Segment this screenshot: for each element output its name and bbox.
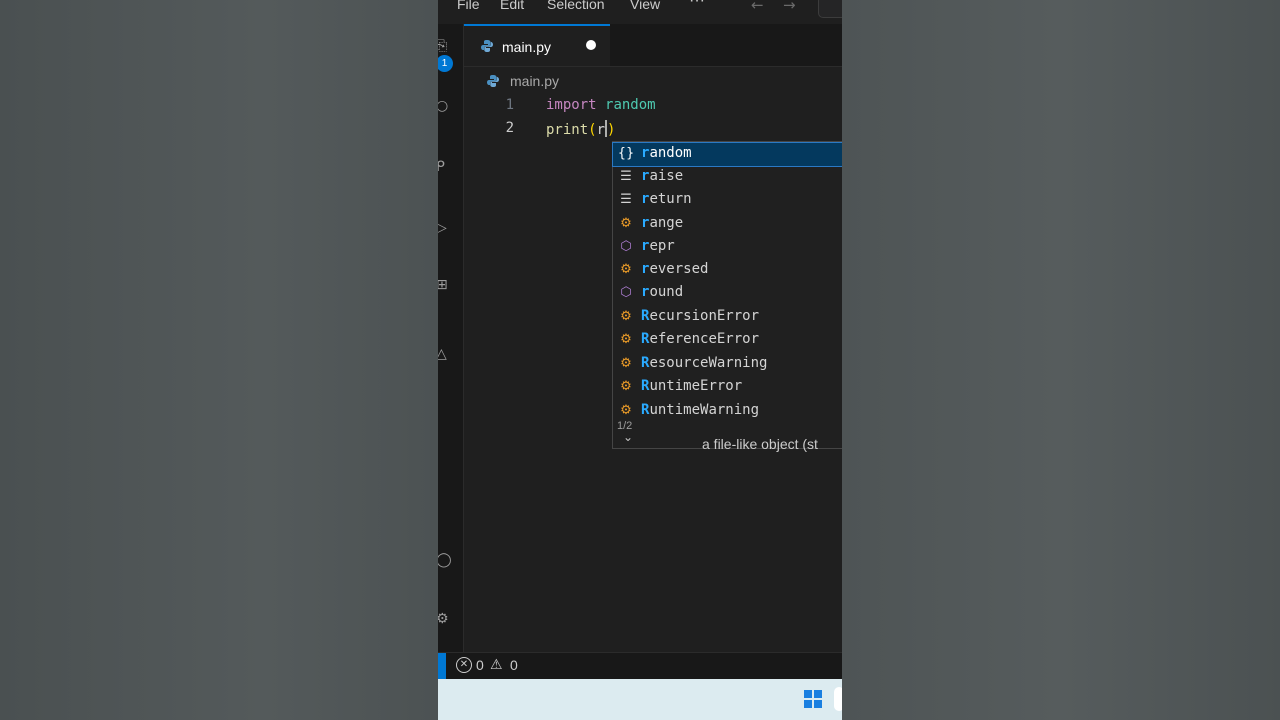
python-file-icon	[480, 38, 494, 57]
close-paren: )	[607, 122, 616, 138]
cube-icon: ⬡	[620, 239, 632, 254]
line-number: 2	[505, 120, 514, 136]
suggestion-item[interactable]: {} random	[612, 142, 842, 167]
blurred-background-left	[0, 0, 438, 720]
class-icon: ⚙	[620, 262, 632, 277]
suggestion-label: repr	[641, 238, 675, 254]
warning-count[interactable]: 0	[510, 657, 518, 673]
suggestion-label: ResourceWarning	[641, 355, 768, 371]
open-paren: (	[588, 122, 597, 138]
error-icon[interactable]: ✕	[456, 657, 472, 673]
warning-icon[interactable]: ⚠	[490, 656, 503, 673]
tab-main-py[interactable]: main.py	[464, 24, 610, 66]
suggestion-item[interactable]: ⚙ reversed	[613, 259, 842, 282]
run-debug-icon[interactable]: ▷	[438, 220, 447, 236]
vscode-window: File Edit Selection View ··· ← → ⎘ 1 ○ ᑭ…	[438, 0, 842, 720]
search-icon[interactable]: ○	[438, 98, 448, 114]
suggestion-label: raise	[641, 168, 684, 184]
suggestion-item[interactable]: ⚙ ResourceWarning	[613, 353, 842, 376]
suggestion-widget: {} random ☰ raise ☰ return ⚙ range ⬡ rep…	[612, 141, 842, 449]
activity-bar: ⎘ 1 ○ ᑭ ▷ ⊞ △ ◯ ⚙	[438, 24, 464, 652]
class-icon: ⚙	[620, 216, 632, 231]
class-icon: ⚙	[620, 309, 632, 324]
settings-gear-icon[interactable]: ⚙	[438, 611, 449, 627]
suggestion-label: round	[641, 284, 684, 300]
suggestion-details: a file-like object (st	[702, 436, 818, 452]
line-number: 1	[505, 97, 514, 113]
menu-edit[interactable]: Edit	[500, 0, 524, 12]
module-name: random	[605, 97, 656, 113]
chevron-down-icon[interactable]: ⌄	[623, 430, 633, 444]
suggestion-item[interactable]: ⬡ round	[613, 282, 842, 305]
class-icon: ⚙	[620, 356, 632, 371]
suggestion-item[interactable]: ⚙ ReferenceError	[613, 329, 842, 352]
blurred-background-right	[842, 0, 1280, 720]
tab-label: main.py	[502, 39, 552, 55]
menu-bar: File Edit Selection View ··· ← →	[438, 0, 842, 18]
suggestion-item[interactable]: ☰ return	[613, 189, 842, 212]
suggestion-item[interactable]: ☰ raise	[613, 166, 842, 189]
source-control-icon[interactable]: ᑭ	[438, 159, 445, 175]
suggestion-label: random	[641, 145, 692, 161]
function-name: print	[546, 122, 589, 138]
account-icon[interactable]: ◯	[438, 552, 452, 568]
suggestion-label: reversed	[641, 261, 709, 277]
menu-file[interactable]: File	[457, 0, 480, 12]
forward-arrow-icon[interactable]: →	[783, 0, 796, 14]
suggestion-label: RuntimeWarning	[641, 402, 760, 418]
testing-icon[interactable]: △	[438, 346, 447, 362]
suggestion-item[interactable]: ⚙ RecursionError	[613, 306, 842, 329]
suggestion-item[interactable]: ⬡ repr	[613, 236, 842, 259]
windows-taskbar	[438, 679, 842, 720]
typed-text: r	[596, 122, 606, 138]
taskbar-app-icon[interactable]	[834, 687, 842, 711]
code-line-2[interactable]: print(r)	[546, 120, 615, 138]
status-bar: ✕ 0 ⚠ 0	[438, 652, 842, 679]
suggestion-item[interactable]: ⚙ range	[613, 213, 842, 236]
suggestion-label: ReferenceError	[641, 331, 760, 347]
command-center[interactable]	[818, 0, 842, 18]
suggestion-label: RuntimeError	[641, 378, 743, 394]
suggestion-label: RecursionError	[641, 308, 760, 324]
code-line-1[interactable]: import random	[546, 97, 656, 113]
suggestion-item[interactable]: ⚙ RuntimeError	[613, 376, 842, 399]
explorer-icon[interactable]: ⎘	[438, 38, 447, 54]
back-arrow-icon[interactable]: ←	[751, 0, 764, 14]
class-icon: ⚙	[620, 379, 632, 394]
keyword-icon: ☰	[620, 192, 632, 207]
explorer-badge: 1	[438, 55, 453, 72]
extensions-icon[interactable]: ⊞	[438, 277, 448, 293]
unsaved-dot-icon[interactable]	[586, 40, 596, 50]
keyword-icon: ☰	[620, 169, 632, 184]
menu-more-button[interactable]: ···	[689, 0, 705, 10]
menu-view[interactable]: View	[630, 0, 660, 12]
breadcrumb-file[interactable]: main.py	[510, 73, 559, 89]
menu-selection[interactable]: Selection	[547, 0, 605, 12]
error-count[interactable]: 0	[476, 657, 484, 673]
suggestion-label: range	[641, 215, 684, 231]
module-icon: {}	[617, 146, 635, 161]
cube-icon: ⬡	[620, 285, 632, 300]
class-icon: ⚙	[620, 403, 632, 418]
keyword-import: import	[546, 97, 597, 113]
python-file-icon	[486, 74, 500, 91]
windows-start-icon[interactable]	[804, 690, 822, 708]
suggestion-item[interactable]: ⚙ RuntimeWarning	[613, 400, 842, 423]
suggestion-label: return	[641, 191, 692, 207]
remote-indicator[interactable]	[438, 653, 446, 679]
class-icon: ⚙	[620, 332, 632, 347]
tab-bar: main.py	[464, 24, 842, 67]
